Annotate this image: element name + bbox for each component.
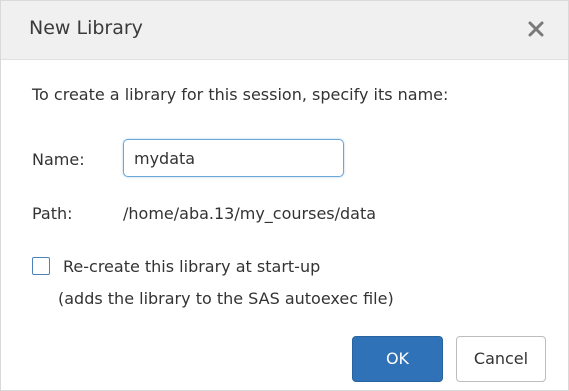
instructions-text: To create a library for this session, sp… <box>32 85 449 104</box>
close-icon <box>528 21 544 37</box>
dialog-header: New Library <box>1 1 568 60</box>
cancel-button[interactable]: Cancel <box>456 336 546 382</box>
recreate-checkbox-label[interactable]: Re-create this library at start-up <box>63 257 320 276</box>
dialog-title: New Library <box>29 17 143 39</box>
close-button[interactable] <box>522 15 550 43</box>
new-library-dialog: New Library To create a library for this… <box>0 0 569 391</box>
name-label: Name: <box>32 150 85 169</box>
library-name-input[interactable] <box>123 139 344 177</box>
path-label: Path: <box>32 204 73 223</box>
ok-button[interactable]: OK <box>352 336 443 382</box>
recreate-note: (adds the library to the SAS autoexec fi… <box>58 289 394 308</box>
path-value: /home/aba.13/my_courses/data <box>123 204 377 223</box>
recreate-checkbox[interactable] <box>32 257 50 275</box>
